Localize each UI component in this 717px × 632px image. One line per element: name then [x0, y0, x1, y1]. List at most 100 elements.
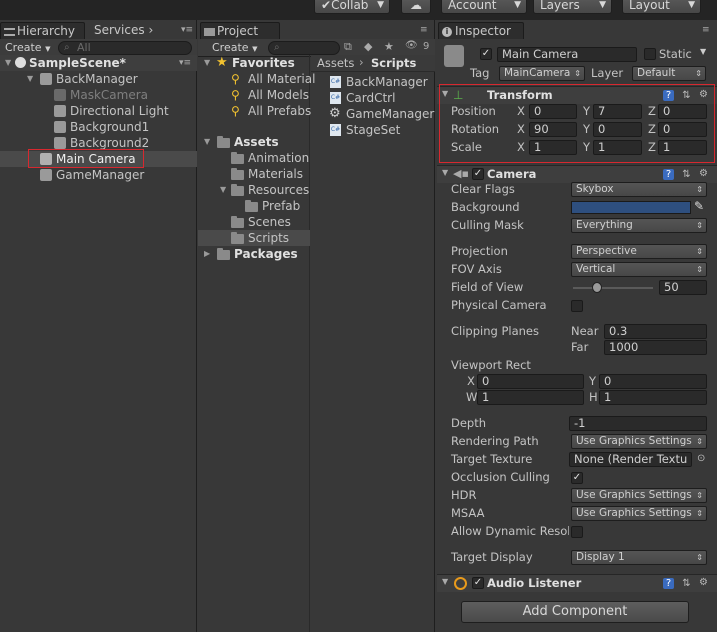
- gear-icon[interactable]: ⚙: [698, 168, 709, 179]
- create-label: Create: [212, 41, 249, 54]
- physical-camera-checkbox[interactable]: [571, 300, 583, 312]
- account-button[interactable]: Account ▼: [441, 0, 527, 14]
- rendering-path-label: Rendering Path: [451, 434, 539, 448]
- tab-services[interactable]: Services ›: [78, 22, 158, 39]
- file-label: GameManager: [346, 107, 435, 121]
- far-field[interactable]: 1000: [604, 340, 707, 355]
- depth-field[interactable]: -1: [569, 416, 707, 431]
- occlusion-culling-checkbox[interactable]: ✓: [571, 472, 583, 484]
- panel-menu-icon[interactable]: ▾≡: [181, 25, 193, 35]
- hierarchy-search-input[interactable]: ⌕ All: [58, 41, 192, 55]
- collab-label: Collab: [331, 0, 369, 12]
- hierarchy-item-gamemanager[interactable]: GameManager: [0, 167, 197, 183]
- object-name-field[interactable]: Main Camera: [497, 47, 637, 62]
- viewport-y-field[interactable]: 0: [599, 374, 707, 389]
- fov-value-field[interactable]: 50: [659, 280, 707, 295]
- audio-listener-checkbox[interactable]: ✓: [472, 577, 484, 589]
- hierarchy-item-background1[interactable]: Background1: [0, 119, 197, 135]
- static-checkbox[interactable]: [644, 48, 656, 60]
- camera-header[interactable]: ▼ ◀▪ ✓ Camera ? ⇅ ⚙: [437, 165, 717, 183]
- project-search-input[interactable]: ⌕: [268, 41, 340, 55]
- cloud-button[interactable]: ☁: [401, 0, 431, 14]
- packages-label: Packages: [234, 247, 298, 261]
- fov-axis-value: Vertical: [576, 263, 616, 275]
- scene-row[interactable]: ▼ SampleScene* ▾≡: [0, 55, 197, 71]
- dynamic-resolution-checkbox[interactable]: [571, 526, 583, 538]
- item-label: MaskCamera: [70, 88, 148, 102]
- rendering-path-dropdown[interactable]: Use Graphics Settings ⇕: [571, 434, 707, 449]
- active-checkbox[interactable]: ✓: [480, 48, 492, 60]
- hdr-dropdown[interactable]: Use Graphics Settings ⇕: [571, 488, 707, 503]
- target-texture-field[interactable]: None (Render Textu: [569, 452, 692, 467]
- csharp-script-icon: C#: [330, 92, 341, 104]
- tab-inspector[interactable]: i Inspector: [438, 22, 524, 39]
- top-toolbar: ✔Collab ▼ ☁ Account ▼ Layers ▼ Layout ▼: [0, 0, 717, 20]
- breadcrumb-scripts[interactable]: Scripts: [371, 56, 416, 70]
- culling-mask-dropdown[interactable]: Everything ⇕: [571, 218, 707, 233]
- object-picker-icon[interactable]: ⊙: [697, 453, 705, 464]
- help-icon[interactable]: ?: [663, 169, 674, 180]
- hierarchy-item-directional-light[interactable]: Directional Light: [0, 103, 197, 119]
- component-title: Camera: [487, 167, 537, 181]
- search-icon: ⌕: [64, 42, 70, 53]
- tag-dropdown[interactable]: MainCamera ⇕: [499, 66, 585, 81]
- layers-button[interactable]: Layers ▼: [533, 0, 612, 14]
- search-placeholder: All: [77, 41, 91, 54]
- projection-value: Perspective: [576, 245, 637, 257]
- add-component-button[interactable]: Add Component: [461, 601, 689, 623]
- near-label: Near: [571, 324, 599, 338]
- fov-axis-dropdown[interactable]: Vertical ⇕: [571, 262, 707, 277]
- background-color-swatch[interactable]: [571, 201, 691, 214]
- dropdown-arrow-icon: ⇕: [696, 221, 703, 230]
- fov-slider-track[interactable]: [573, 287, 653, 289]
- fov-slider-thumb[interactable]: [592, 282, 602, 293]
- gameobject-cube-icon: [54, 89, 66, 101]
- folder-item-selected[interactable]: Scripts: [198, 230, 310, 246]
- audio-listener-header[interactable]: ▼ ✓ Audio Listener ? ⇅ ⚙: [437, 574, 717, 592]
- item-label: Directional Light: [70, 104, 169, 118]
- camera-enabled-checkbox[interactable]: ✓: [472, 168, 484, 180]
- target-display-dropdown[interactable]: Display 1 ⇕: [571, 550, 707, 565]
- folder-icon: [231, 184, 244, 196]
- far-label: Far: [571, 340, 589, 354]
- tab-project[interactable]: Project: [200, 22, 280, 39]
- item-label: BackManager: [56, 72, 138, 86]
- clear-flags-dropdown[interactable]: Skybox ⇕: [571, 182, 707, 197]
- help-icon[interactable]: ?: [663, 578, 674, 589]
- hierarchy-item-backmanager[interactable]: ▼ BackManager: [0, 71, 197, 87]
- culling-mask-label: Culling Mask: [451, 218, 524, 232]
- near-field[interactable]: 0.3: [604, 324, 707, 339]
- projection-label: Projection: [451, 244, 508, 258]
- filter-type-icon[interactable]: ⧉: [344, 40, 352, 54]
- hidden-eye-icon[interactable]: 👁: [405, 40, 418, 51]
- info-icon: i: [442, 27, 452, 37]
- projection-dropdown[interactable]: Perspective ⇕: [571, 244, 707, 259]
- panel-menu-icon[interactable]: ≡: [702, 25, 710, 35]
- preset-icon[interactable]: ⇅: [681, 578, 692, 589]
- preset-icon[interactable]: ⇅: [681, 169, 692, 180]
- gameobject-cube-icon: [54, 137, 66, 149]
- msaa-dropdown[interactable]: Use Graphics Settings ⇕: [571, 506, 707, 521]
- layout-button[interactable]: Layout ▼: [622, 0, 701, 14]
- static-dropdown-icon[interactable]: ▼: [700, 47, 706, 56]
- viewport-w-field[interactable]: 1: [477, 390, 584, 405]
- filter-label-icon[interactable]: ◆: [364, 40, 372, 53]
- folder-icon: [245, 200, 258, 212]
- viewport-x-field[interactable]: 0: [477, 374, 584, 389]
- tab-hierarchy[interactable]: Hierarchy: [0, 22, 85, 39]
- panel-menu-icon[interactable]: ≡: [420, 25, 428, 35]
- breadcrumb-assets[interactable]: Assets: [317, 56, 354, 70]
- star-icon[interactable]: ★: [384, 40, 394, 53]
- gear-icon[interactable]: ⚙: [698, 577, 709, 588]
- fov-axis-label: FOV Axis: [451, 262, 502, 276]
- check-icon: ✔: [321, 0, 332, 12]
- viewport-h-field[interactable]: 1: [599, 390, 707, 405]
- eyedropper-icon[interactable]: ✎: [694, 199, 704, 213]
- hierarchy-item-maskcamera[interactable]: MaskCamera: [0, 87, 197, 103]
- folder-icon: [231, 168, 244, 180]
- scene-menu-icon[interactable]: ▾≡: [179, 55, 191, 71]
- collab-button[interactable]: ✔Collab ▼: [314, 0, 390, 14]
- dropdown-arrow-icon: ⇕: [696, 247, 703, 256]
- layer-dropdown[interactable]: Default ⇕: [632, 66, 706, 81]
- clear-flags-label: Clear Flags: [451, 182, 515, 196]
